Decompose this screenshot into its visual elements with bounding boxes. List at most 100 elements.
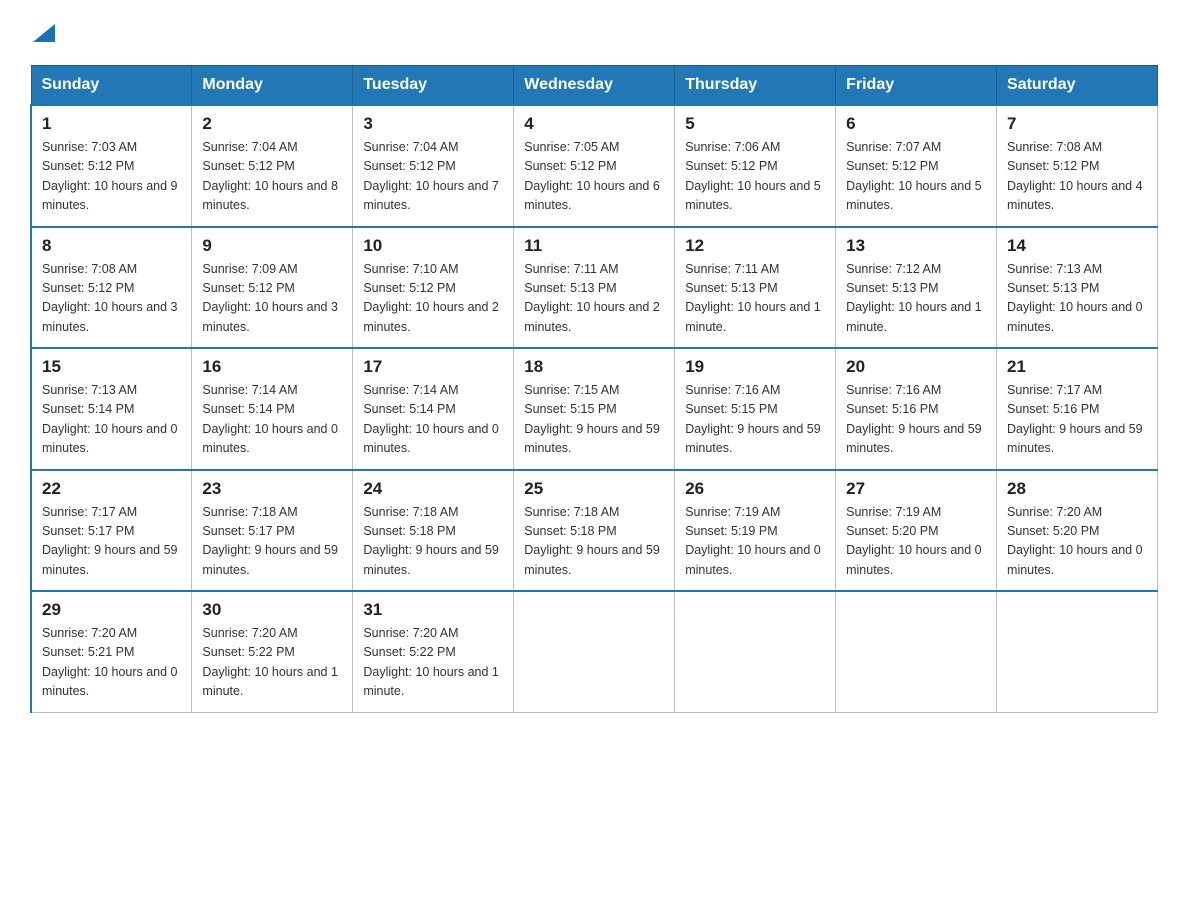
calendar-day-cell: 8 Sunrise: 7:08 AMSunset: 5:12 PMDayligh… (31, 227, 192, 349)
day-number: 5 (685, 114, 825, 134)
day-number: 16 (202, 357, 342, 377)
day-number: 17 (363, 357, 503, 377)
day-number: 29 (42, 600, 181, 620)
day-of-week-header: Sunday (31, 66, 192, 106)
day-of-week-header: Saturday (997, 66, 1158, 106)
day-info: Sunrise: 7:15 AMSunset: 5:15 PMDaylight:… (524, 381, 664, 459)
day-info: Sunrise: 7:18 AMSunset: 5:17 PMDaylight:… (202, 503, 342, 581)
day-info: Sunrise: 7:19 AMSunset: 5:20 PMDaylight:… (846, 503, 986, 581)
calendar-day-cell: 4 Sunrise: 7:05 AMSunset: 5:12 PMDayligh… (514, 105, 675, 227)
calendar-week-row: 29 Sunrise: 7:20 AMSunset: 5:21 PMDaylig… (31, 591, 1158, 712)
day-info: Sunrise: 7:17 AMSunset: 5:16 PMDaylight:… (1007, 381, 1147, 459)
calendar-day-cell (836, 591, 997, 712)
calendar-day-cell: 29 Sunrise: 7:20 AMSunset: 5:21 PMDaylig… (31, 591, 192, 712)
day-number: 4 (524, 114, 664, 134)
day-info: Sunrise: 7:13 AMSunset: 5:13 PMDaylight:… (1007, 260, 1147, 338)
day-number: 7 (1007, 114, 1147, 134)
day-info: Sunrise: 7:12 AMSunset: 5:13 PMDaylight:… (846, 260, 986, 338)
day-number: 26 (685, 479, 825, 499)
day-info: Sunrise: 7:11 AMSunset: 5:13 PMDaylight:… (524, 260, 664, 338)
calendar-day-cell: 11 Sunrise: 7:11 AMSunset: 5:13 PMDaylig… (514, 227, 675, 349)
calendar-day-cell: 13 Sunrise: 7:12 AMSunset: 5:13 PMDaylig… (836, 227, 997, 349)
day-number: 21 (1007, 357, 1147, 377)
calendar-day-cell: 30 Sunrise: 7:20 AMSunset: 5:22 PMDaylig… (192, 591, 353, 712)
day-info: Sunrise: 7:20 AMSunset: 5:22 PMDaylight:… (363, 624, 503, 702)
calendar-day-cell: 18 Sunrise: 7:15 AMSunset: 5:15 PMDaylig… (514, 348, 675, 470)
day-number: 27 (846, 479, 986, 499)
calendar-week-row: 22 Sunrise: 7:17 AMSunset: 5:17 PMDaylig… (31, 470, 1158, 592)
calendar-day-cell: 21 Sunrise: 7:17 AMSunset: 5:16 PMDaylig… (997, 348, 1158, 470)
day-of-week-header: Tuesday (353, 66, 514, 106)
calendar-day-cell (675, 591, 836, 712)
day-info: Sunrise: 7:09 AMSunset: 5:12 PMDaylight:… (202, 260, 342, 338)
calendar-day-cell: 10 Sunrise: 7:10 AMSunset: 5:12 PMDaylig… (353, 227, 514, 349)
calendar-day-cell: 14 Sunrise: 7:13 AMSunset: 5:13 PMDaylig… (997, 227, 1158, 349)
calendar-day-cell: 3 Sunrise: 7:04 AMSunset: 5:12 PMDayligh… (353, 105, 514, 227)
calendar-day-cell: 31 Sunrise: 7:20 AMSunset: 5:22 PMDaylig… (353, 591, 514, 712)
calendar-day-cell: 17 Sunrise: 7:14 AMSunset: 5:14 PMDaylig… (353, 348, 514, 470)
days-of-week-row: SundayMondayTuesdayWednesdayThursdayFrid… (31, 66, 1158, 106)
day-info: Sunrise: 7:06 AMSunset: 5:12 PMDaylight:… (685, 138, 825, 216)
calendar-day-cell: 26 Sunrise: 7:19 AMSunset: 5:19 PMDaylig… (675, 470, 836, 592)
calendar-day-cell: 19 Sunrise: 7:16 AMSunset: 5:15 PMDaylig… (675, 348, 836, 470)
day-info: Sunrise: 7:20 AMSunset: 5:20 PMDaylight:… (1007, 503, 1147, 581)
day-info: Sunrise: 7:17 AMSunset: 5:17 PMDaylight:… (42, 503, 181, 581)
day-number: 8 (42, 236, 181, 256)
logo-triangle-icon (33, 24, 55, 42)
day-info: Sunrise: 7:20 AMSunset: 5:21 PMDaylight:… (42, 624, 181, 702)
day-number: 28 (1007, 479, 1147, 499)
day-info: Sunrise: 7:20 AMSunset: 5:22 PMDaylight:… (202, 624, 342, 702)
calendar-day-cell: 25 Sunrise: 7:18 AMSunset: 5:18 PMDaylig… (514, 470, 675, 592)
day-info: Sunrise: 7:16 AMSunset: 5:16 PMDaylight:… (846, 381, 986, 459)
day-info: Sunrise: 7:05 AMSunset: 5:12 PMDaylight:… (524, 138, 664, 216)
day-number: 24 (363, 479, 503, 499)
calendar-day-cell: 7 Sunrise: 7:08 AMSunset: 5:12 PMDayligh… (997, 105, 1158, 227)
day-info: Sunrise: 7:10 AMSunset: 5:12 PMDaylight:… (363, 260, 503, 338)
day-number: 14 (1007, 236, 1147, 256)
calendar-day-cell: 12 Sunrise: 7:11 AMSunset: 5:13 PMDaylig… (675, 227, 836, 349)
calendar-day-cell: 9 Sunrise: 7:09 AMSunset: 5:12 PMDayligh… (192, 227, 353, 349)
calendar-body: 1 Sunrise: 7:03 AMSunset: 5:12 PMDayligh… (31, 105, 1158, 712)
calendar-table: SundayMondayTuesdayWednesdayThursdayFrid… (30, 65, 1158, 713)
day-info: Sunrise: 7:18 AMSunset: 5:18 PMDaylight:… (524, 503, 664, 581)
day-info: Sunrise: 7:16 AMSunset: 5:15 PMDaylight:… (685, 381, 825, 459)
day-number: 30 (202, 600, 342, 620)
calendar-day-cell: 15 Sunrise: 7:13 AMSunset: 5:14 PMDaylig… (31, 348, 192, 470)
day-number: 10 (363, 236, 503, 256)
page-header (30, 24, 1158, 47)
calendar-day-cell: 27 Sunrise: 7:19 AMSunset: 5:20 PMDaylig… (836, 470, 997, 592)
calendar-day-cell: 28 Sunrise: 7:20 AMSunset: 5:20 PMDaylig… (997, 470, 1158, 592)
day-info: Sunrise: 7:13 AMSunset: 5:14 PMDaylight:… (42, 381, 181, 459)
calendar-day-cell: 6 Sunrise: 7:07 AMSunset: 5:12 PMDayligh… (836, 105, 997, 227)
day-number: 9 (202, 236, 342, 256)
day-info: Sunrise: 7:19 AMSunset: 5:19 PMDaylight:… (685, 503, 825, 581)
day-number: 22 (42, 479, 181, 499)
day-of-week-header: Wednesday (514, 66, 675, 106)
day-number: 23 (202, 479, 342, 499)
calendar-day-cell: 24 Sunrise: 7:18 AMSunset: 5:18 PMDaylig… (353, 470, 514, 592)
calendar-day-cell: 20 Sunrise: 7:16 AMSunset: 5:16 PMDaylig… (836, 348, 997, 470)
day-info: Sunrise: 7:18 AMSunset: 5:18 PMDaylight:… (363, 503, 503, 581)
calendar-week-row: 1 Sunrise: 7:03 AMSunset: 5:12 PMDayligh… (31, 105, 1158, 227)
calendar-week-row: 8 Sunrise: 7:08 AMSunset: 5:12 PMDayligh… (31, 227, 1158, 349)
logo (30, 24, 55, 47)
day-info: Sunrise: 7:03 AMSunset: 5:12 PMDaylight:… (42, 138, 181, 216)
day-number: 31 (363, 600, 503, 620)
calendar-day-cell: 22 Sunrise: 7:17 AMSunset: 5:17 PMDaylig… (31, 470, 192, 592)
day-info: Sunrise: 7:04 AMSunset: 5:12 PMDaylight:… (202, 138, 342, 216)
day-number: 25 (524, 479, 664, 499)
day-number: 1 (42, 114, 181, 134)
day-info: Sunrise: 7:14 AMSunset: 5:14 PMDaylight:… (363, 381, 503, 459)
calendar-day-cell: 23 Sunrise: 7:18 AMSunset: 5:17 PMDaylig… (192, 470, 353, 592)
calendar-day-cell: 16 Sunrise: 7:14 AMSunset: 5:14 PMDaylig… (192, 348, 353, 470)
day-number: 19 (685, 357, 825, 377)
day-number: 13 (846, 236, 986, 256)
calendar-week-row: 15 Sunrise: 7:13 AMSunset: 5:14 PMDaylig… (31, 348, 1158, 470)
calendar-day-cell (997, 591, 1158, 712)
day-of-week-header: Monday (192, 66, 353, 106)
day-number: 2 (202, 114, 342, 134)
calendar-day-cell (514, 591, 675, 712)
day-info: Sunrise: 7:04 AMSunset: 5:12 PMDaylight:… (363, 138, 503, 216)
day-info: Sunrise: 7:07 AMSunset: 5:12 PMDaylight:… (846, 138, 986, 216)
day-of-week-header: Friday (836, 66, 997, 106)
